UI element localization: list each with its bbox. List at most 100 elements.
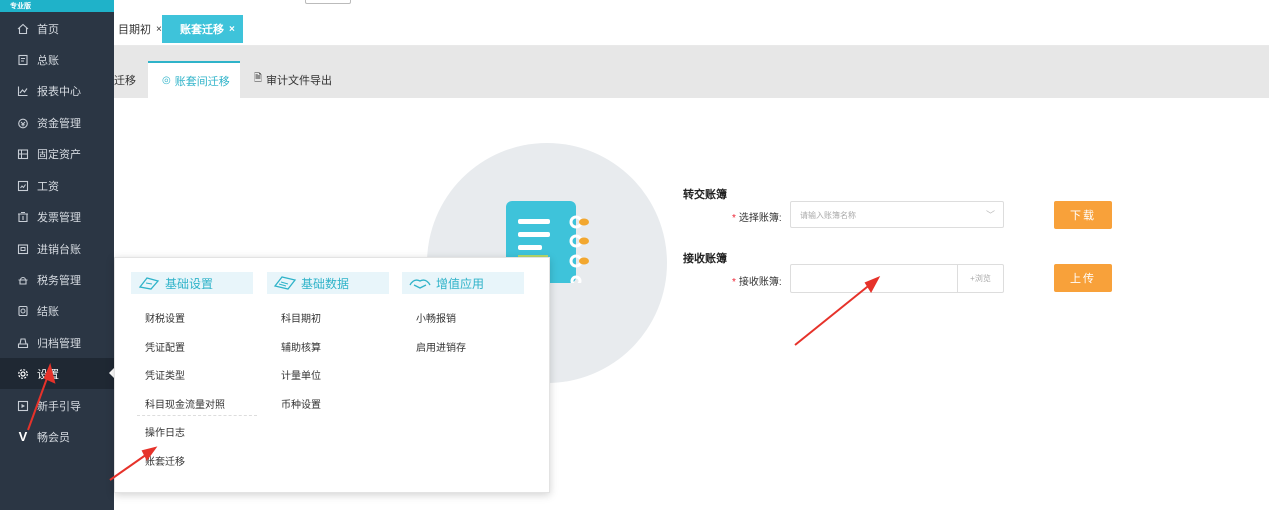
sidebar-item-vip[interactable]: V 畅会员 [0,421,114,452]
fund-icon [16,116,30,130]
tab-label: 目期初 [118,24,151,36]
settings-sparkle-icon [138,277,160,290]
sidebar: 专业版 首页 总账 报表中心 资金管理 固定资产 工资 发票管理 进销台账 税务… [0,0,114,510]
sidebar-item-salary[interactable]: 工资 [0,170,114,201]
sidebar-item-invoice[interactable]: 发票管理 [0,201,114,232]
sidebar-item-label: 进销台账 [37,243,81,256]
column-title: 增值应用 [436,276,485,291]
popup-column-value-added: 增值应用 小畅报销 启用进销存 [402,272,542,354]
sidebar-item-label: 设置 [37,368,59,381]
sidebar-item-reports[interactable]: 报表中心 [0,75,114,106]
target-icon: ◎ [162,75,171,86]
edition-badge: 专业版 [0,0,114,12]
subtab-label: 账套间迁移 [174,75,230,88]
column-title: 基础设置 [165,276,214,291]
sidebar-item-ledger[interactable]: 总账 [0,44,114,75]
sidebar-item-label: 发票管理 [37,211,81,224]
page-tab-strip: 目期初 × 账套迁移 × [114,12,1269,46]
sidebar-item-label: 报表中心 [37,85,81,98]
close-icon[interactable]: × [229,24,235,35]
asset-icon [16,147,30,161]
subtab-migration[interactable]: 迁移 [114,61,148,98]
subtab-audit-export[interactable]: 🗎 审计文件导出 [240,61,340,98]
menu-item-voucher-type[interactable]: 凭证类型 [145,367,185,382]
tax-icon [16,273,30,287]
popup-column-basic-data: 基础数据 科目期初 辅助核算 计量单位 币种设置 [267,272,407,411]
receive-book-label-text: 接收账簿: [738,277,782,288]
sidebar-item-label: 新手引导 [37,400,81,413]
sidebar-item-label: 总账 [37,54,59,67]
settings-popup-menu: 基础设置 财税设置 凭证配置 凭证类型 科目现金流量对照 操作日志 账套迁移 基… [114,257,550,493]
select-placeholder: 请输入账簿名称 [800,211,856,220]
subtab-inter-account-migration[interactable]: ◎ 账套间迁移 [148,61,240,98]
close-account-icon [16,304,30,318]
subtab-label: 迁移 [114,74,136,87]
sidebar-item-label: 首页 [37,23,59,36]
menu-item-currency-settings[interactable]: 币种设置 [281,396,321,411]
select-book-label: * 选择账簿: [732,209,782,224]
sidebar-item-archive[interactable]: 归档管理 [0,327,114,358]
upload-button[interactable]: 上传 [1054,264,1112,292]
sidebar-item-close-account[interactable]: 结账 [0,295,114,326]
transfer-section-title: 转交账簿 [683,189,727,201]
hands-icon [409,279,431,289]
chevron-down-icon: ﹀ [985,210,995,220]
tab-subject-opening[interactable]: 目期初 × [114,15,166,43]
required-mark: * [732,277,736,288]
inventory-icon [16,242,30,256]
top-bar [114,0,1269,12]
home-icon [16,22,30,36]
close-icon[interactable]: × [156,24,162,35]
column-header: 基础数据 [267,272,389,294]
chart-icon [16,84,30,98]
sidebar-item-label: 工资 [37,180,59,193]
menu-item-subject-opening[interactable]: 科目期初 [281,310,321,325]
sidebar-item-label: 资金管理 [37,117,81,130]
menu-item-tax-settings[interactable]: 财税设置 [145,310,185,325]
menu-item-auxiliary-accounting[interactable]: 辅助核算 [281,339,321,354]
sidebar-item-inventory[interactable]: 进销台账 [0,233,114,264]
guide-icon [16,399,30,413]
sub-tab-bar: 迁移 ◎ 账套间迁移 🗎 审计文件导出 [114,46,1269,98]
invoice-icon [16,210,30,224]
menu-item-operation-log[interactable]: 操作日志 [145,424,185,439]
column-header: 增值应用 [402,272,524,294]
menu-item-enable-inventory[interactable]: 启用进销存 [416,339,466,354]
required-mark: * [732,213,736,224]
menu-item-expense-reimbursement[interactable]: 小畅报销 [416,310,456,325]
ledger-icon [16,53,30,67]
menu-item-units[interactable]: 计量单位 [281,367,321,382]
sidebar-item-settings[interactable]: 设置 [0,358,114,389]
archive-icon [16,336,30,350]
edition-badge-label: 专业版 [10,3,31,10]
receive-file-input[interactable]: +浏览 [790,264,1004,293]
sidebar-item-label: 结账 [37,305,59,318]
menu-divider [137,415,257,416]
sidebar-item-label: 固定资产 [37,148,81,161]
sidebar-item-label: 税务管理 [37,274,81,287]
data-stack-icon [273,276,297,290]
menu-item-account-migration[interactable]: 账套迁移 [145,453,185,468]
sidebar-item-guide[interactable]: 新手引导 [0,390,114,421]
popup-column-basic-settings: 基础设置 财税设置 凭证配置 凭证类型 科目现金流量对照 操作日志 账套迁移 [131,272,271,468]
tab-account-migration[interactable]: 账套迁移 × [162,15,243,43]
salary-icon [16,179,30,193]
top-search-input[interactable] [305,0,351,4]
subtab-label: 审计文件导出 [266,74,333,87]
download-button[interactable]: 下载 [1054,201,1112,229]
column-title: 基础数据 [301,276,350,291]
tab-label: 账套迁移 [180,24,224,36]
menu-item-cashflow-mapping[interactable]: 科目现金流量对照 [145,396,225,411]
browse-button[interactable]: +浏览 [957,265,1003,292]
receive-book-label: * 接收账簿: [732,273,782,288]
column-header: 基础设置 [131,272,253,294]
document-icon: 🗎 [254,73,263,84]
vip-icon: V [18,429,28,444]
sidebar-item-home[interactable]: 首页 [0,13,114,44]
gear-icon [16,367,30,381]
sidebar-item-funds[interactable]: 资金管理 [0,107,114,138]
sidebar-item-fixed-assets[interactable]: 固定资产 [0,138,114,169]
select-book-dropdown[interactable]: 请输入账簿名称 ﹀ [790,201,1004,228]
menu-item-voucher-config[interactable]: 凭证配置 [145,339,185,354]
sidebar-item-tax[interactable]: 税务管理 [0,264,114,295]
